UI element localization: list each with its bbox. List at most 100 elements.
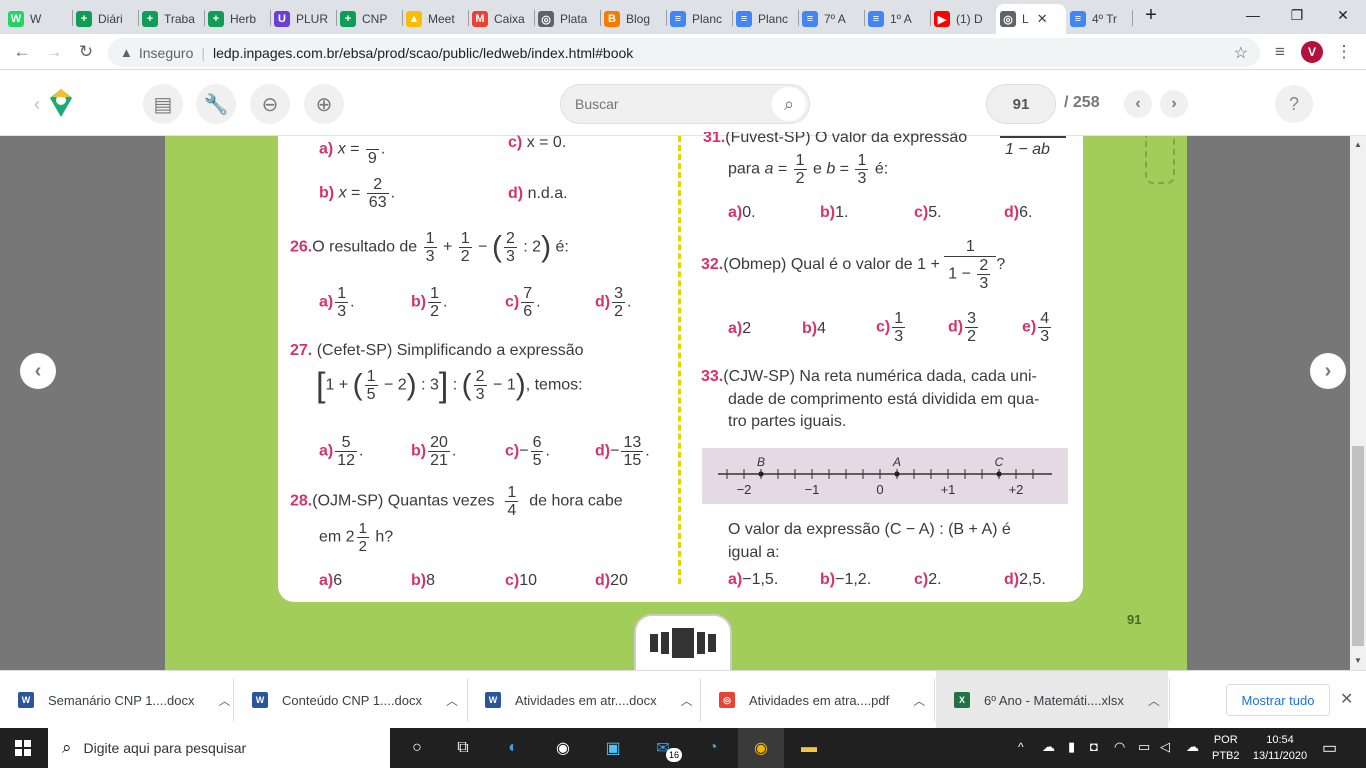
browser-tab[interactable]: ≡ Planc <box>732 4 798 34</box>
forward-icon[interactable]: → <box>42 40 66 64</box>
browser-tab[interactable]: U PLUR <box>270 4 336 34</box>
close-window-button[interactable]: ✕ <box>1320 0 1366 30</box>
tab-label: Caixa <box>494 12 525 26</box>
edge-icon[interactable]: ◐ <box>490 728 536 768</box>
tab-favicon-icon: ≡ <box>868 11 884 27</box>
menu-icon[interactable]: ⋮ <box>1332 40 1356 64</box>
notifications-icon[interactable]: ▭ <box>1322 738 1337 758</box>
mic-icon[interactable]: ▮ <box>1068 739 1075 755</box>
download-item[interactable]: W Conteúdo CNP 1....docx ︿ <box>234 671 466 729</box>
q27-expression: [1 + (1 5 − 2) : 3] : (2 3 − 1), temos: <box>316 366 583 405</box>
minimize-button[interactable]: — <box>1230 0 1276 30</box>
show-all-button[interactable]: Mostrar tudo <box>1226 684 1330 716</box>
reload-icon[interactable]: ↻ <box>74 40 98 64</box>
help-button[interactable]: ? <box>1275 85 1313 123</box>
logo-icon <box>48 88 74 118</box>
book-icon[interactable]: ▤ <box>143 84 183 124</box>
chrome-icon[interactable]: ◉ <box>738 728 784 768</box>
zoom-in-icon[interactable]: ⊕ <box>304 84 344 124</box>
next-page-icon[interactable]: › <box>1160 90 1188 118</box>
zoom-out-icon[interactable]: ⊖ <box>250 84 290 124</box>
browser-tab[interactable]: ≡ 1º A <box>864 4 930 34</box>
weather-icon[interactable]: ☁ <box>1042 739 1055 755</box>
tab-label: L <box>1022 12 1029 26</box>
language-indicator[interactable]: POR PTB2 <box>1212 732 1240 764</box>
chevron-up-icon[interactable]: ︿ <box>913 692 925 709</box>
mail-icon[interactable]: ✉ <box>640 728 686 768</box>
taskbar-search[interactable]: ⌕ Digite aqui para pesquisar <box>48 728 390 768</box>
page-total: / 258 <box>1064 94 1100 111</box>
maximize-button[interactable]: ❐ <box>1274 0 1320 30</box>
tab-label: CNP <box>362 12 388 26</box>
volume-icon[interactable]: ◁ <box>1160 739 1170 755</box>
download-item[interactable]: W Semanário CNP 1....docx ︿ <box>0 671 232 729</box>
tray-chevron-icon[interactable]: ^ <box>1018 740 1024 754</box>
chevron-up-icon[interactable]: ︿ <box>1148 692 1160 709</box>
browser-tab[interactable]: + CNP <box>336 4 402 34</box>
star-icon[interactable]: ☆ <box>1234 43 1248 63</box>
store-icon[interactable]: ▣ <box>590 728 636 768</box>
browser-tab[interactable]: WW <box>4 4 72 34</box>
number-line-figure: −2 −1 0 +1 +2 B A C <box>702 448 1068 504</box>
back-icon[interactable]: ← <box>10 40 34 64</box>
tab-favicon-icon: + <box>76 11 92 27</box>
scrollbar[interactable]: ▲ ▼ <box>1350 136 1366 670</box>
device-icon[interactable]: ◘ <box>1090 739 1098 754</box>
chevron-up-icon[interactable]: ︿ <box>218 692 230 709</box>
clock[interactable]: 10:54 13/11/2020 <box>1250 732 1310 764</box>
browser-tab[interactable]: + Herb <box>204 4 270 34</box>
browser-tab[interactable]: + Diári <box>72 4 138 34</box>
bookmark-icon[interactable] <box>1145 136 1175 184</box>
file-explorer-icon[interactable]: ▬ <box>786 728 832 768</box>
close-tab-icon[interactable]: ✕ <box>1037 11 1048 27</box>
wifi-icon[interactable]: ◠ <box>1114 739 1125 755</box>
tab-label: Herb <box>230 12 257 26</box>
next-page-arrow-icon[interactable]: › <box>1310 353 1346 389</box>
browser-tab[interactable]: M Caixa <box>468 4 534 34</box>
battery-icon[interactable]: ▭ <box>1138 739 1150 755</box>
download-item[interactable]: W Atividades em atr....docx ︿ <box>467 671 699 729</box>
close-download-bar-icon[interactable]: ✕ <box>1340 689 1353 709</box>
answer-option: b) 20 21. <box>411 434 457 469</box>
scrollbar-thumb[interactable] <box>1352 446 1364 646</box>
collapse-chevron-icon[interactable]: ‹ <box>34 94 40 115</box>
thumbnails-button[interactable] <box>634 614 732 670</box>
reading-list-icon[interactable]: ≡ <box>1268 40 1292 64</box>
question-28: 28.(OJM-SP) Quantas vezes 14 de hora cab… <box>290 484 623 519</box>
obs-icon[interactable]: ◉ <box>540 728 586 768</box>
browser-tab[interactable]: ≡ Planc <box>666 4 732 34</box>
wrench-icon[interactable]: 🔧 <box>196 84 236 124</box>
search-icon[interactable]: ⌕ <box>772 87 806 121</box>
page-number-input[interactable]: 91 <box>986 84 1056 124</box>
prev-page-icon[interactable]: ‹ <box>1124 90 1152 118</box>
skype-icon[interactable]: ◔ <box>690 728 736 768</box>
download-item[interactable]: X 6º Ano - Matemáti....xlsx ︿ <box>936 671 1168 729</box>
browser-toolbar: ← → ↻ ▲ Inseguro | ledp.inpages.com.br/e… <box>0 34 1366 70</box>
file-type-icon: ◎ <box>719 692 735 708</box>
file-type-icon: W <box>252 692 268 708</box>
browser-tab[interactable]: ◎ L ✕ <box>996 4 1066 34</box>
task-view-icon[interactable]: ⧉ <box>440 728 486 768</box>
browser-tab[interactable]: B Blog <box>600 4 666 34</box>
browser-tab[interactable]: ▶ (1) D <box>930 4 996 34</box>
cortana-icon[interactable]: ○ <box>394 728 440 768</box>
search-input[interactable] <box>575 94 765 114</box>
browser-tab[interactable]: ≡ 4º Tr <box>1066 4 1132 34</box>
browser-tab[interactable]: ≡ 7º A <box>798 4 864 34</box>
thumbnails-icon <box>650 628 716 658</box>
prev-page-arrow-icon[interactable]: ‹ <box>20 353 56 389</box>
browser-tab[interactable]: + Traba <box>138 4 204 34</box>
onedrive-icon[interactable]: ☁ <box>1186 739 1199 755</box>
new-tab-button[interactable]: + <box>1136 0 1166 30</box>
answer-option: c)2. <box>914 571 942 588</box>
download-item[interactable]: ◎ Atividades em atra....pdf ︿ <box>701 671 933 729</box>
browser-tab[interactable]: ▲ Meet <box>402 4 468 34</box>
chevron-up-icon[interactable]: ︿ <box>681 692 693 709</box>
q31-line2: para a = 12 e b = 13 é: <box>728 152 889 187</box>
windows-start-icon[interactable] <box>0 728 46 768</box>
chevron-up-icon[interactable]: ︿ <box>446 692 458 709</box>
profile-avatar[interactable]: V <box>1301 41 1323 63</box>
fraction-bar <box>1000 136 1066 138</box>
address-bar[interactable]: ▲ Inseguro | ledp.inpages.com.br/ebsa/pr… <box>108 38 1260 67</box>
browser-tab[interactable]: ◎ Plata <box>534 4 600 34</box>
